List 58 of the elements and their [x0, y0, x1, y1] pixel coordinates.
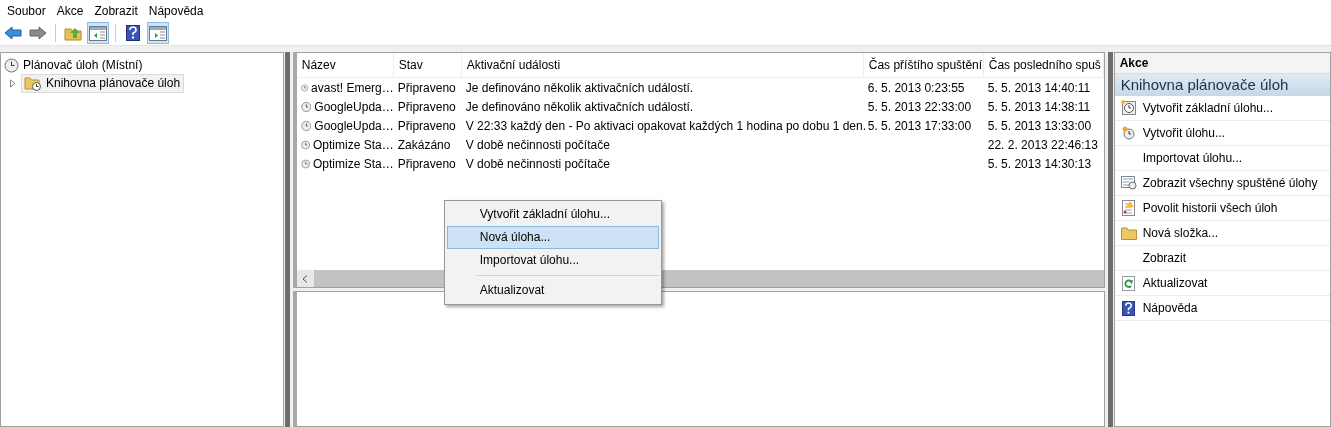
table-cell: Zakázáno: [397, 137, 451, 152]
action-link[interactable]: Zobrazit: [1142, 251, 1187, 265]
table-cell: 5. 5. 2013 13:33:00: [987, 118, 1092, 133]
action-link[interactable]: Zobrazit všechny spuštěné úlohy: [1142, 176, 1318, 190]
table-cell: Připraveno: [397, 156, 456, 171]
tree-item[interactable]: Plánovač úloh (Místní): [23, 58, 143, 72]
menu-item[interactable]: Importovat úlohu...: [446, 249, 659, 272]
action-link[interactable]: Vytvořit základní úlohu...: [1142, 101, 1273, 115]
table-cell: Připraveno: [397, 118, 456, 133]
table-cell: 5. 5. 2013 17:33:00: [867, 118, 972, 133]
column-header[interactable]: Aktivační události: [461, 53, 864, 77]
table-cell: 5. 5. 2013 14:30:13: [987, 156, 1092, 171]
action-link[interactable]: Nová složka...: [1142, 226, 1219, 240]
table-cell: Je definováno několik aktivačních událostí.: [465, 99, 694, 114]
table-cell: Připraveno: [397, 80, 456, 95]
clock-icon: [300, 156, 311, 171]
clock-icon: [300, 99, 312, 114]
column-header[interactable]: Čas příštího spuštění: [863, 53, 984, 77]
table-cell: V 22:33 každý den - Po aktivaci opakovat každých 1 hodina po dobu 1 den.: [465, 118, 866, 133]
action-pane-button[interactable]: [147, 22, 169, 44]
table-cell: Optimize Sta…: [313, 137, 394, 152]
clock-icon: [300, 118, 312, 133]
table-cell: V době nečinnosti počítače: [465, 137, 610, 152]
menu-item[interactable]: Vytvořit základní úlohu...: [446, 203, 659, 226]
menu-item[interactable]: Nápověda: [143, 3, 210, 18]
action-link[interactable]: Vytvořit úlohu...: [1142, 126, 1225, 140]
table-cell: 5. 5. 2013 22:33:00: [867, 99, 972, 114]
menu-item[interactable]: Zobrazit: [89, 3, 144, 18]
section-header[interactable]: Knihovna plánovače úloh: [1114, 74, 1330, 96]
column-header[interactable]: Čas posledního spuš: [983, 53, 1104, 77]
pane-title: Akce: [1114, 53, 1330, 74]
menu-item[interactable]: Akce: [51, 3, 90, 18]
column-header[interactable]: Název: [296, 53, 394, 77]
expand-arrow-icon[interactable]: [9, 78, 17, 88]
menu-item[interactable]: Soubor: [2, 3, 52, 18]
tree-item[interactable]: Knihovna plánovače úloh: [21, 73, 185, 93]
table-cell: Připraveno: [397, 99, 456, 114]
action-link[interactable]: Nápověda: [1142, 301, 1198, 315]
table-cell: Optimize Sta…: [313, 156, 394, 171]
column-header[interactable]: Stav: [393, 53, 462, 77]
console-tree-button[interactable]: [87, 22, 109, 44]
folder-clock-icon: [24, 75, 42, 91]
table-cell: 6. 5. 2013 0:23:55: [867, 80, 965, 95]
table-cell: 5. 5. 2013 14:40:11: [987, 80, 1091, 95]
action-link[interactable]: Importovat úlohu...: [1142, 151, 1243, 165]
clock-icon: [4, 57, 19, 73]
menu-item[interactable]: Nová úloha...: [446, 226, 659, 249]
action-link[interactable]: Povolit historii všech úloh: [1142, 201, 1278, 215]
table-cell: avast! Emerg…: [311, 80, 394, 95]
clock-icon: [300, 137, 311, 152]
menu-item[interactable]: Aktualizovat: [446, 279, 659, 302]
table-cell: 5. 5. 2013 14:38:11: [987, 99, 1091, 114]
table-cell: V době nečinnosti počítače: [465, 156, 610, 171]
action-link[interactable]: Aktualizovat: [1142, 276, 1208, 290]
table-cell: 22. 2. 2013 22:46:13: [987, 137, 1098, 152]
table-cell: Je definováno několik aktivačních událostí.: [465, 80, 694, 95]
table-cell: GoogleUpda…: [314, 118, 394, 133]
table-cell: GoogleUpda…: [314, 99, 394, 114]
